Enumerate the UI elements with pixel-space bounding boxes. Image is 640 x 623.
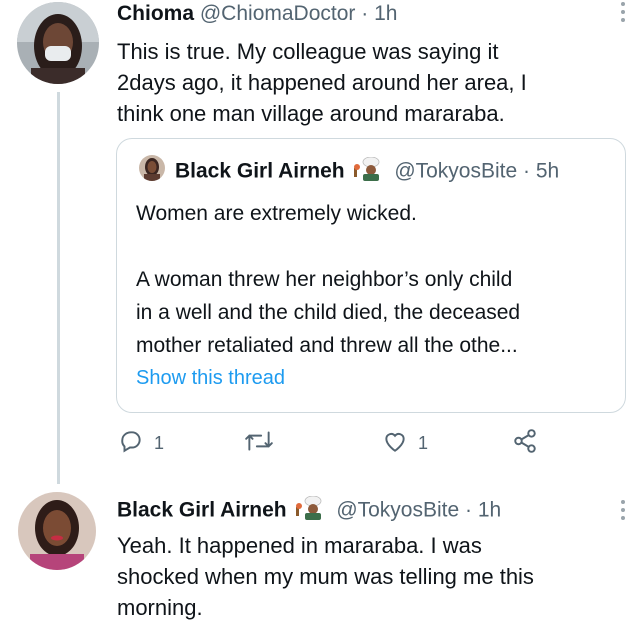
- retweet-icon: [244, 428, 274, 459]
- tweet2-text: Yeah. It happened in mararaba. I was sho…: [117, 530, 617, 623]
- tweet-time[interactable]: 1h: [374, 2, 397, 25]
- tweet1-text: This is true. My colleague was saying it…: [117, 36, 617, 129]
- text-line: in a well and the child died, the deceas…: [136, 301, 521, 324]
- tweet-time[interactable]: 1h: [478, 499, 501, 522]
- text-line: morning.: [117, 595, 203, 620]
- tweet2-header: Black Girl Airneh @TokyosBite · 1h: [117, 495, 501, 526]
- author-handle[interactable]: @ChiomaDoctor: [200, 2, 356, 25]
- separator-dot: ·: [465, 498, 473, 522]
- text-line: shocked when my mum was telling me this: [117, 564, 534, 589]
- retweet-button[interactable]: [244, 428, 274, 459]
- text-line: This is true. My colleague was saying it: [117, 39, 499, 64]
- text-line: mother retaliated and threw all the othe…: [136, 334, 518, 357]
- quoted-author-handle[interactable]: @TokyosBite: [394, 160, 517, 183]
- quoted-tweet-time[interactable]: 5h: [536, 160, 559, 183]
- text-line: think one man village around mararaba.: [117, 101, 505, 126]
- text-line: A woman threw her neighbor’s only child: [136, 268, 513, 291]
- tweet-black-girl-airneh[interactable]: Black Girl Airneh @TokyosBite · 1h Yeah.…: [0, 470, 640, 622]
- quoted-tweet[interactable]: Black Girl Airneh @TokyosBite · 5h Women…: [116, 138, 626, 413]
- author-handle[interactable]: @TokyosBite: [336, 499, 459, 522]
- chef-emoji-icon: [296, 495, 326, 526]
- author-name[interactable]: Chioma: [117, 2, 194, 25]
- tweet1-header: Chioma @ChiomaDoctor · 1h: [117, 2, 397, 26]
- avatar-quoted[interactable]: [139, 155, 165, 181]
- quoted-text: Women are extremely wicked. A woman thre…: [136, 197, 616, 362]
- tweet-chioma[interactable]: Chioma @ChiomaDoctor · 1h This is true. …: [0, 0, 640, 470]
- share-button[interactable]: [512, 428, 538, 459]
- chef-emoji-icon: [354, 156, 384, 187]
- more-icon[interactable]: [620, 2, 626, 22]
- show-thread-link[interactable]: Show this thread: [136, 367, 285, 390]
- reply-count: 1: [154, 433, 165, 453]
- separator-dot: ·: [523, 159, 531, 183]
- author-name[interactable]: Black Girl Airneh: [117, 499, 287, 522]
- separator-dot: ·: [361, 2, 369, 25]
- text-line: 2days ago, it happened around her area, …: [117, 70, 527, 95]
- like-icon: [382, 428, 408, 459]
- like-count: 1: [418, 433, 429, 453]
- text-line: Yeah. It happened in mararaba. I was: [117, 533, 482, 558]
- avatar-chioma[interactable]: [17, 2, 99, 84]
- like-button[interactable]: 1: [382, 428, 428, 459]
- share-icon: [512, 428, 538, 459]
- tweet-actions: 1 1: [116, 428, 556, 460]
- avatar-black-girl-airneh[interactable]: [18, 492, 96, 570]
- text-line: Women are extremely wicked.: [136, 202, 417, 225]
- quoted-author-name[interactable]: Black Girl Airneh: [175, 160, 345, 183]
- quoted-header: Black Girl Airneh @TokyosBite · 5h: [175, 156, 559, 187]
- reply-button[interactable]: 1: [118, 428, 164, 459]
- more-icon[interactable]: [620, 500, 626, 520]
- reply-icon: [118, 428, 144, 459]
